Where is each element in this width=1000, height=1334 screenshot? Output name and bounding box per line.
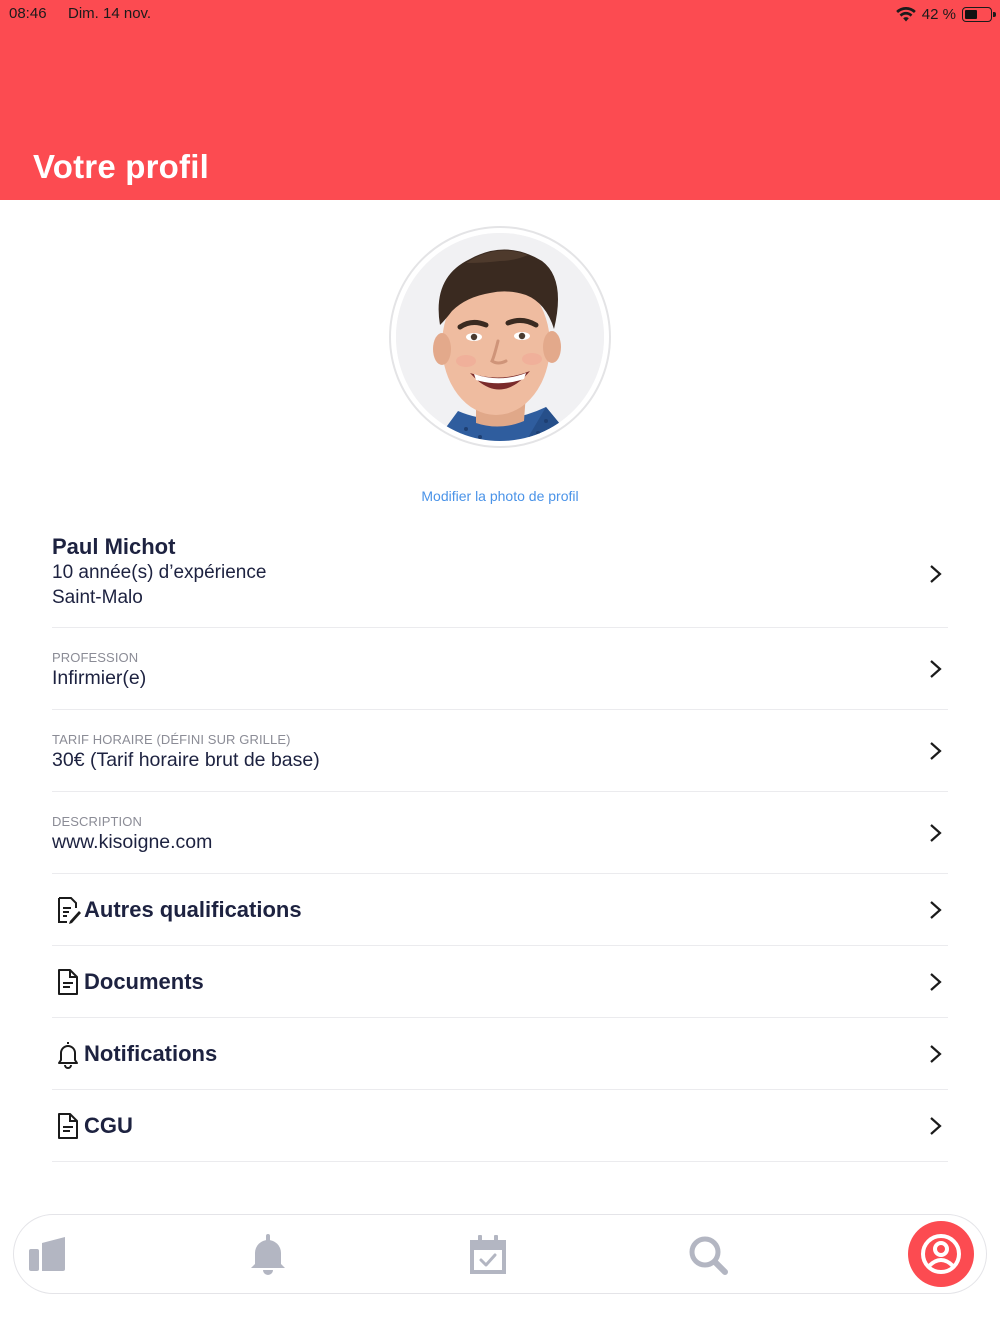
edit-document-icon [58,896,81,924]
profile-experience: 10 année(s) d’expérience [52,562,267,583]
chevron-right-icon [930,1044,942,1063]
chevron-right-icon [930,659,942,678]
menu-item-label: Documents [84,968,204,994]
hourly-rate-row[interactable]: TARIF HORAIRE (DÉFINI SUR GRILLE) 30€ (T… [52,710,948,792]
menu-item-qualifications[interactable]: Autres qualifications [52,874,948,946]
battery-icon [962,6,996,22]
menu-item-label: CGU [84,1112,133,1138]
field-label: TARIF HORAIRE (DÉFINI SUR GRILLE) [52,732,291,747]
field-value: 30€ (Tarif horaire brut de base) [52,749,320,771]
profile-summary-row[interactable]: Paul Michot 10 année(s) d’expérience Sai… [52,520,948,628]
menu-item-label: Notifications [84,1040,218,1066]
status-time: 08:46 [9,5,47,22]
profile-city: Saint-Malo [52,587,143,608]
profile-photo[interactable] [389,226,611,448]
document-icon [58,1112,78,1139]
tab-calendar[interactable] [458,1215,518,1295]
menu-item-label: Autres qualifications [84,896,302,922]
page-title: Votre profil [33,148,209,185]
chevron-right-icon [930,1116,942,1135]
battery-percent: 42 % [921,5,956,23]
status-date: Dim. 14 nov. [68,5,152,22]
tab-search[interactable] [678,1215,738,1295]
change-photo-link[interactable]: Modifier la photo de profil [0,488,1000,504]
menu-item-documents[interactable]: Documents [52,946,948,1018]
tab-profile[interactable] [908,1221,974,1287]
field-value: www.kisoigne.com [52,831,213,853]
document-icon [58,968,78,995]
bell-icon [251,1234,285,1275]
calendar-check-icon [470,1235,506,1274]
dashboard-icon [29,1237,65,1271]
tab-notifications[interactable] [238,1215,298,1295]
avatar [396,233,604,441]
search-icon [689,1236,728,1275]
tab-dashboard[interactable] [18,1215,78,1295]
profile-name: Paul Michot [52,534,176,559]
status-bar: 08:46 Dim. 14 nov. 42 % [0,0,1000,28]
menu-item-cgu[interactable]: CGU [52,1090,948,1162]
wifi-icon [895,6,916,21]
field-label: DESCRIPTION [52,814,142,829]
bell-icon [58,1041,78,1069]
chevron-right-icon [930,741,942,760]
chevron-right-icon [930,972,942,991]
status-right: 42 % [895,4,996,24]
field-label: PROFESSION [52,650,139,665]
menu-item-notifications[interactable]: Notifications [52,1018,948,1090]
field-value: Infirmier(e) [52,667,147,689]
chevron-right-icon [930,900,942,919]
description-row[interactable]: DESCRIPTION www.kisoigne.com [52,792,948,874]
battery-level [965,9,977,19]
profile-list: Paul Michot 10 année(s) d’expérience Sai… [52,520,948,1162]
tab-bar [13,1214,987,1294]
profession-row[interactable]: PROFESSION Infirmier(e) [52,628,948,710]
profile-icon [921,1234,961,1274]
header: 08:46 Dim. 14 nov. 42 % Votre profil [0,0,1000,200]
chevron-right-icon [930,823,942,842]
chevron-right-icon [930,564,942,583]
